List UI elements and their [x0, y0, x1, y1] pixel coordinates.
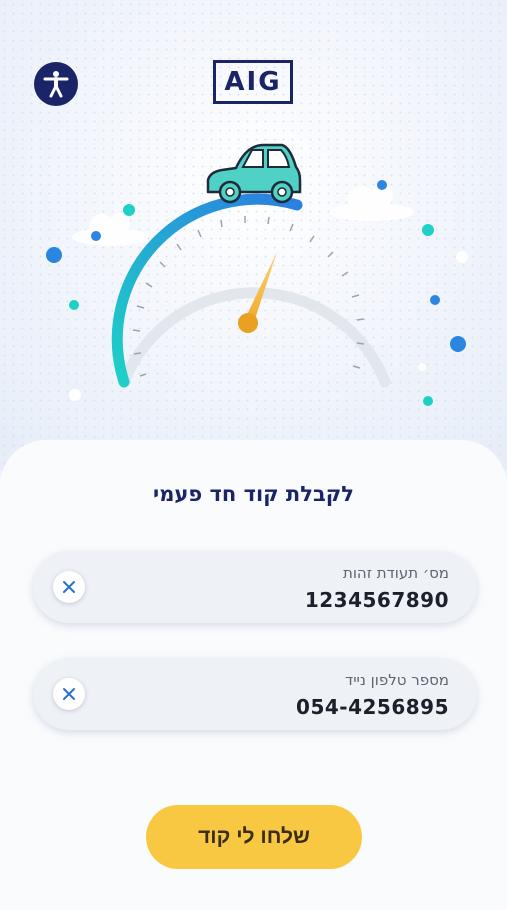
send-code-button[interactable]: שלחו לי קוד [146, 805, 362, 869]
form-title: לקבלת קוד חד פעמי [153, 482, 354, 506]
cloud-right [330, 185, 414, 221]
accessibility-person-icon [43, 71, 69, 98]
id-number-value[interactable]: 1234567890 [305, 588, 449, 612]
accessibility-button[interactable] [34, 62, 78, 106]
id-number-label: מס׳ תעודת זהות [342, 564, 449, 582]
phone-clear-button[interactable] [53, 678, 85, 710]
id-clear-button[interactable] [53, 571, 85, 603]
aig-logo: AIG [213, 60, 293, 104]
close-icon [63, 688, 75, 700]
car-icon [206, 143, 302, 204]
phone-number-label: מספר טלפון נייד [345, 671, 449, 689]
speedometer-illustration [46, 143, 468, 406]
cloud-left [72, 213, 148, 246]
phone-number-field[interactable]: מספר טלפון נייד 054-4256895 [33, 658, 477, 730]
phone-number-value[interactable]: 054-4256895 [296, 695, 449, 719]
id-number-field[interactable]: מס׳ תעודת זהות 1234567890 [33, 551, 477, 623]
close-icon [63, 581, 75, 593]
